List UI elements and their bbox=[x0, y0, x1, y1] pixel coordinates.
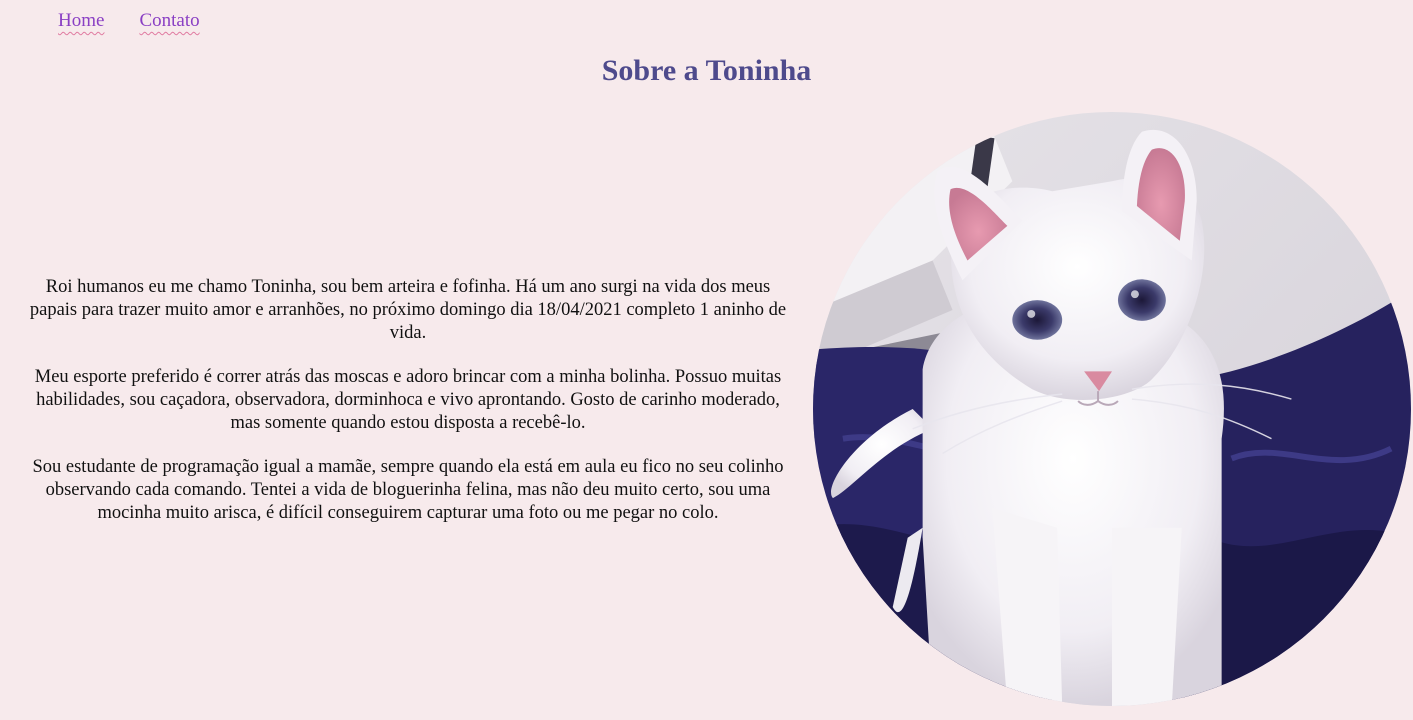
bio-paragraph-intro: Roi humanos eu me chamo Toninha, sou bem… bbox=[29, 277, 787, 343]
bio-paragraph-study: Sou estudante de programação igual a mam… bbox=[32, 457, 784, 523]
nav-link-contato[interactable]: Contato bbox=[139, 10, 199, 32]
page-title: Sobre a Toninha bbox=[601, 54, 812, 87]
cat-illustration bbox=[813, 112, 1411, 706]
top-nav: Home Contato bbox=[58, 10, 200, 32]
nav-link-home[interactable]: Home bbox=[58, 10, 104, 32]
bio-paragraph-hobbies: Meu esporte preferido é correr atrás das… bbox=[34, 367, 782, 433]
cat-photo bbox=[813, 112, 1411, 706]
bio-section: Roi humanos eu me chamo Toninha, sou bem… bbox=[28, 276, 788, 546]
